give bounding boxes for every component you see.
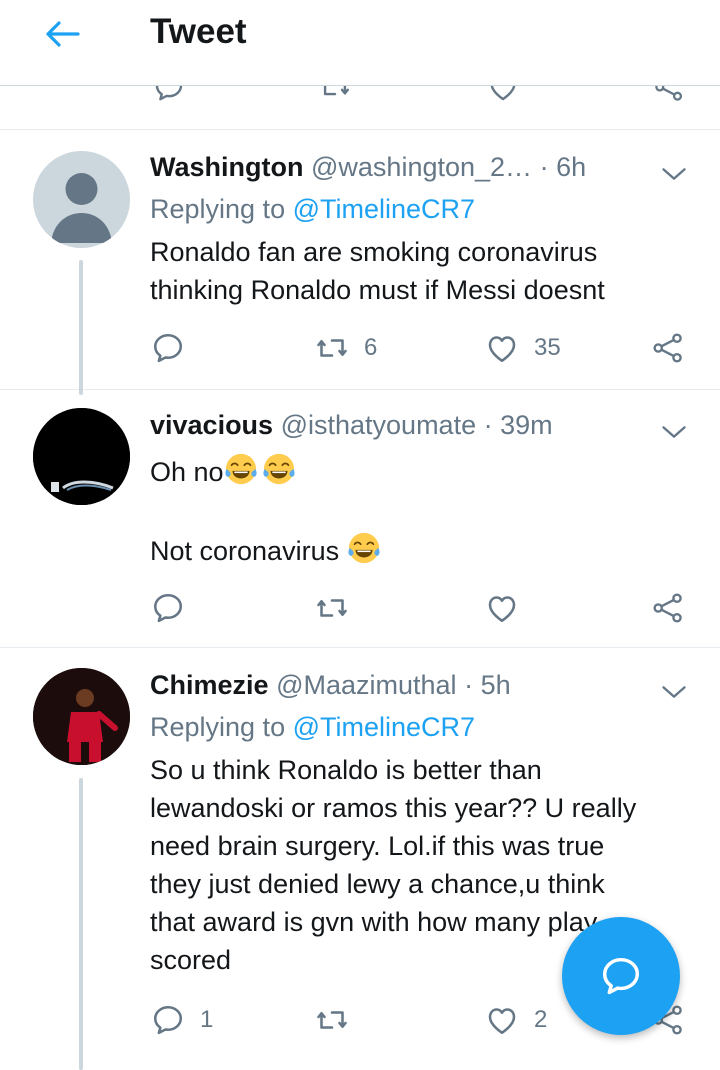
mention-link[interactable]: @TimelineCR7 [293,712,475,742]
thread-line [79,260,83,395]
chevron-down-icon[interactable] [660,164,688,184]
reply-icon [150,1002,186,1038]
tears-of-joy-emoji-icon [224,452,258,486]
chevron-down-icon[interactable] [660,422,688,442]
avatar-image [33,408,130,505]
display-name[interactable]: Washington [150,152,303,182]
share-icon [650,330,686,366]
compose-reply-button[interactable] [562,917,680,1035]
arrow-left-icon [46,21,80,47]
like-icon [484,590,520,626]
retweet-count: 6 [364,334,378,361]
share-button[interactable] [650,588,686,628]
tweet[interactable]: vivacious @isthatyoumate · 39m Oh no Not… [0,390,720,648]
reply-button[interactable] [150,588,200,628]
tweet-text-line: Not coronavirus [150,531,690,570]
replying-label: Replying to [150,712,286,742]
reply-icon [150,590,186,626]
page-title: Tweet [150,12,247,51]
tweet-text-line: they just denied lewy a chance,u think [150,869,605,899]
tweet-text-line: So u think Ronaldo is better than [150,755,542,785]
back-button[interactable] [40,16,84,52]
tears-of-joy-emoji-icon [262,452,296,486]
reply-count: 1 [200,1006,214,1033]
replying-to: Replying to @TimelineCR7 [150,194,475,225]
retweet-button[interactable]: 6 [314,328,377,368]
share-icon[interactable] [652,86,686,104]
display-name[interactable]: vivacious [150,410,273,440]
display-name[interactable]: Chimezie [150,670,269,700]
like-icon [484,1002,520,1038]
avatar[interactable] [33,151,130,248]
tweet-text-segment: Not coronavirus [150,536,347,566]
reply-button[interactable]: 1 [150,1000,213,1040]
previous-tweet-actions [0,86,720,130]
reply-icon [150,330,186,366]
reply-icon[interactable] [152,86,186,104]
retweet-icon [314,590,350,626]
tweet-text: Ronaldo fan are smoking coronavirus thin… [150,233,690,309]
tweet-text-line: Oh no [150,452,690,491]
like-icon [484,330,520,366]
tweet-actions: 6 35 [150,328,690,368]
tweet[interactable]: Washington @washington_2… · 6h Replying … [0,130,720,395]
tweet-header: Washington @washington_2… · 6h [150,152,586,183]
avatar-image [33,668,130,765]
like-count: 2 [534,1006,548,1033]
like-count: 35 [534,334,561,361]
default-avatar-icon [51,173,112,243]
tweet-text-segment: Oh no [150,457,224,487]
tweet-header: vivacious @isthatyoumate · 39m [150,410,553,441]
replying-label: Replying to [150,194,286,224]
tweet-text-line: Ronaldo fan are smoking coronavirus [150,237,598,267]
separator-dot: · [483,410,501,440]
like-button[interactable]: 35 [484,328,561,368]
thread-line [79,778,83,1070]
reply-button[interactable] [150,328,200,368]
tweet-actions [150,588,690,628]
share-icon [650,590,686,626]
like-button[interactable]: 2 [484,1000,547,1040]
separator-dot: · [464,670,481,700]
retweet-icon [314,330,350,366]
retweet-icon[interactable] [318,86,352,104]
replying-to: Replying to @TimelineCR7 [150,712,475,743]
user-handle: @washington_2… [311,152,533,182]
compose-reply-icon [602,957,640,995]
share-button[interactable] [650,328,686,368]
tweet-text-line: need brain surgery. Lol.if this was true [150,831,605,861]
retweet-icon [314,1002,350,1038]
timestamp: 39m [500,410,553,440]
tweet-text: Oh no Not coronavirus [150,452,690,570]
avatar[interactable] [33,668,130,765]
user-handle: @isthatyoumate [280,410,477,440]
mention-link[interactable]: @TimelineCR7 [293,194,475,224]
separator-dot: · [539,152,557,182]
retweet-button[interactable] [314,588,364,628]
tears-of-joy-emoji-icon [347,531,381,565]
like-icon[interactable] [486,86,520,104]
chevron-down-icon[interactable] [660,682,688,702]
retweet-button[interactable] [314,1000,364,1040]
timestamp: 6h [556,152,587,182]
timestamp: 5h [480,670,511,700]
top-app-bar: Tweet [0,0,720,86]
like-button[interactable] [484,588,534,628]
tweet-header: Chimezie @Maazimuthal · 5h [150,670,511,701]
tweet-text-line: thinking Ronaldo must if Messi doesnt [150,275,605,305]
tweet-text-line: lewandoski or ramos this year?? U really [150,793,637,823]
avatar[interactable] [33,408,130,505]
user-handle: @Maazimuthal [276,670,457,700]
